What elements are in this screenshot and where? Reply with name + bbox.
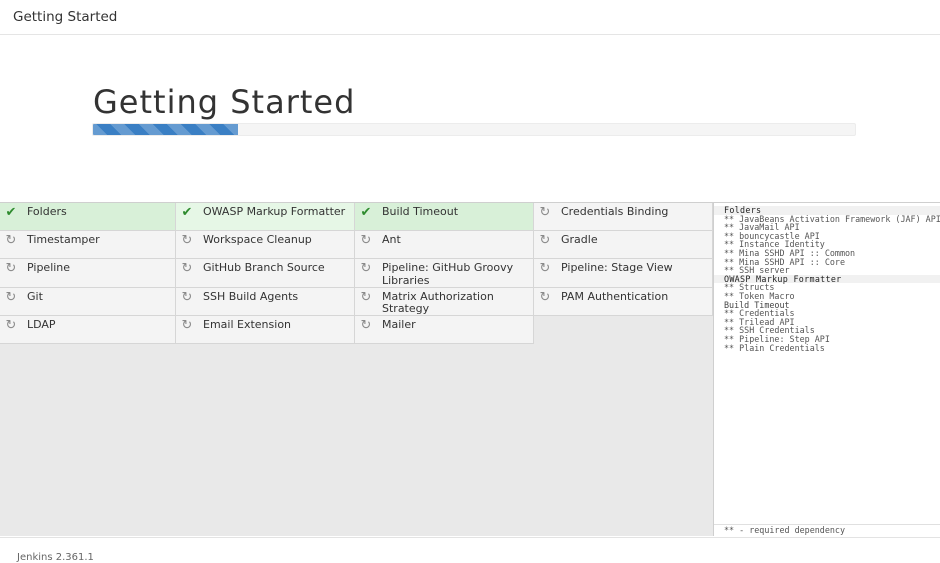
plugin-name: PAM Authentication — [561, 289, 669, 303]
plugin-name: Pipeline: GitHub Groovy Libraries — [382, 261, 514, 287]
plugin-name: Timestamper — [27, 233, 100, 247]
plugin-item: ✔ OWASP Markup Formatter — [176, 203, 355, 232]
page-title: Getting Started — [93, 83, 356, 121]
refresh-icon: ↻ — [360, 317, 372, 333]
plugin-item: ↻ Credentials Binding — [534, 203, 713, 232]
plugin-item: ↻ Pipeline — [0, 259, 176, 288]
refresh-icon: ↻ — [539, 261, 551, 277]
install-log: Folders ** JavaBeans Activation Framework… — [714, 206, 940, 352]
install-log-panel[interactable]: Folders ** JavaBeans Activation Framework… — [713, 202, 940, 536]
plugin-item: ↻ GitHub Branch Source — [176, 259, 355, 288]
refresh-icon: ↻ — [181, 261, 193, 277]
plugin-item: ↻ Pipeline: GitHub Groovy Libraries — [355, 259, 534, 288]
check-icon: ✔ — [5, 205, 17, 220]
plugin-item: ↻ Email Extension — [176, 315, 355, 344]
plugin-name: Email Extension — [203, 317, 292, 331]
check-icon: ✔ — [181, 205, 193, 220]
install-progress-fill — [93, 124, 238, 135]
plugin-name: Ant — [382, 233, 401, 247]
log-dependency-line: ** Plain Credentials — [724, 342, 825, 353]
log-legend: ** - required dependency — [714, 524, 940, 536]
plugin-item: ↻ Gradle — [534, 231, 713, 260]
window-titlebar: Getting Started — [0, 0, 940, 35]
plugin-item: ↻ Git — [0, 287, 176, 316]
plugin-name: GitHub Branch Source — [203, 261, 325, 275]
plugin-name: Git — [27, 289, 43, 303]
plugin-name: LDAP — [27, 317, 56, 331]
install-progress-bar — [92, 123, 856, 136]
check-icon: ✔ — [360, 205, 372, 220]
refresh-icon: ↻ — [360, 261, 372, 277]
refresh-icon: ↻ — [5, 317, 17, 333]
plugin-name: Credentials Binding — [561, 205, 669, 218]
refresh-icon: ↻ — [5, 289, 17, 305]
plugin-item: ✔ Folders — [0, 203, 176, 232]
plugin-name: Build Timeout — [382, 205, 459, 218]
plugin-item: ↻ Mailer — [355, 315, 534, 344]
refresh-icon: ↻ — [539, 233, 551, 249]
plugin-item: ✔ Build Timeout — [355, 203, 534, 232]
refresh-icon: ↻ — [181, 317, 193, 333]
plugin-name: Matrix Authorization Strategy — [382, 289, 494, 316]
refresh-icon: ↻ — [181, 289, 193, 305]
plugin-name: Workspace Cleanup — [203, 233, 312, 247]
plugin-name: SSH Build Agents — [203, 289, 299, 303]
plugin-install-grid: ✔ Folders ✔ OWASP Markup Formatter ✔ Build Ti… — [0, 202, 713, 536]
plugin-item: ↻ LDAP — [0, 315, 176, 344]
refresh-icon: ↻ — [360, 289, 372, 305]
plugin-name: Pipeline — [27, 261, 71, 275]
plugin-name: Folders — [27, 205, 67, 218]
plugin-item: ↻ SSH Build Agents — [176, 287, 355, 316]
plugin-item: ↻ PAM Authentication — [534, 287, 713, 316]
plugin-item: ↻ Workspace Cleanup — [176, 231, 355, 260]
page-footer: Jenkins 2.361.1 — [0, 537, 940, 563]
plugin-item: ↻ Pipeline: Stage View — [534, 259, 713, 288]
plugin-name: Gradle — [561, 233, 598, 247]
plugin-item: ↻ Ant — [355, 231, 534, 260]
refresh-icon: ↻ — [539, 289, 551, 305]
plugin-name: Pipeline: Stage View — [561, 261, 673, 275]
refresh-icon: ↻ — [181, 233, 193, 249]
refresh-icon: ↻ — [5, 261, 17, 277]
refresh-icon: ↻ — [360, 233, 372, 249]
plugin-name: Mailer — [382, 317, 416, 331]
getting-started-header: Getting Started — [0, 36, 940, 202]
jenkins-version: Jenkins 2.361.1 — [17, 552, 94, 563]
refresh-icon: ↻ — [5, 233, 17, 249]
plugin-item: ↻ Timestamper — [0, 231, 176, 260]
refresh-icon: ↻ — [539, 205, 551, 220]
plugin-name: OWASP Markup Formatter — [203, 205, 346, 218]
window-title: Getting Started — [13, 9, 118, 25]
plugin-item: ↻ Matrix Authorization Strategy — [355, 287, 534, 316]
